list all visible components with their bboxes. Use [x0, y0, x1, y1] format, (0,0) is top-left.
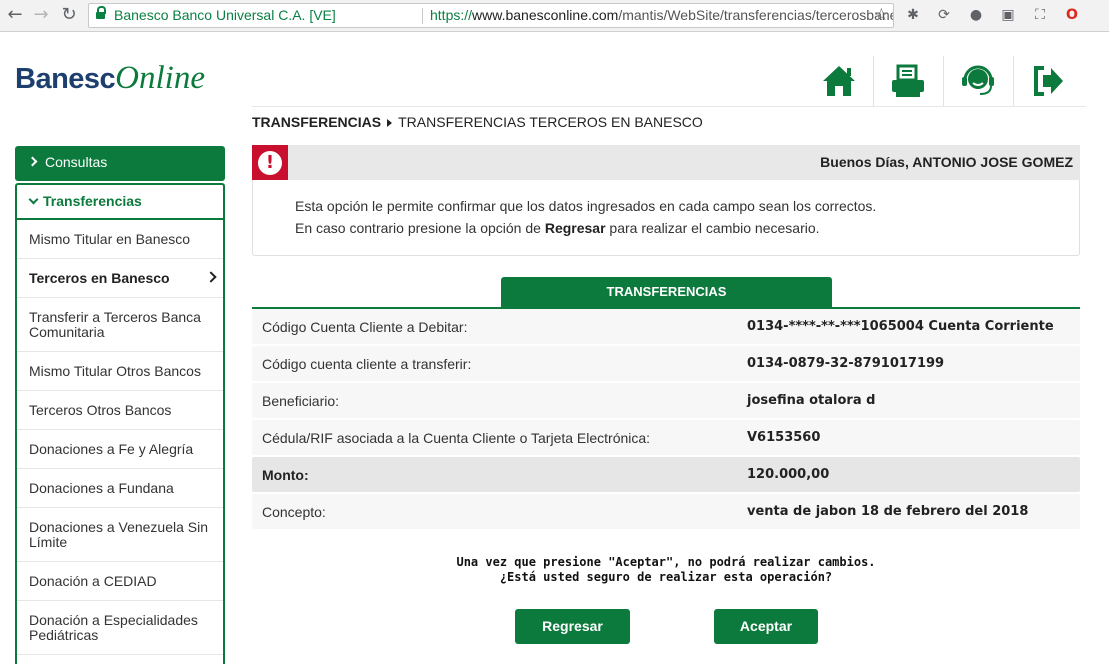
sidebar-item-consultas[interactable]: Consultas [15, 146, 225, 181]
sidebar-item-terceros-otros-bancos[interactable]: Terceros Otros Bancos [17, 391, 223, 430]
sidebar-item-donaciones-fundana[interactable]: Donaciones a Fundana [17, 469, 223, 508]
lock-icon [96, 6, 106, 21]
info-line-2: En caso contrario presione la opción de … [295, 220, 820, 236]
info-line-1: Esta opción le permite confirmar que los… [295, 198, 877, 214]
support-headset-icon[interactable] [947, 56, 1009, 106]
alert-icon: ! [252, 145, 288, 180]
row-label: Concepto: [262, 504, 326, 520]
row-label: Código cuenta cliente a transferir: [262, 356, 472, 372]
transferencias-tab-header: TRANSFERENCIAS [501, 277, 832, 307]
logout-icon[interactable] [1017, 56, 1079, 106]
table-row: Cédula/RIF asociada a la Cuenta Cliente … [252, 420, 1080, 455]
url-path: /mantis/WebSite/transferencias/tercerosb… [618, 7, 893, 23]
microphone-icon[interactable]: ● [967, 6, 985, 24]
warning-line-2: ¿Está usted seguro de realizar esta oper… [499, 570, 833, 584]
sidebar-item-donacion-cediad[interactable]: Donación a CEDIAD [17, 562, 223, 601]
chevron-right-icon [27, 156, 38, 167]
bookmark-star-icon[interactable]: ☆ [874, 4, 889, 27]
sidebar-item-mismo-titular-banesco[interactable]: Mismo Titular en Banesco [17, 220, 223, 259]
row-label: Beneficiario: [262, 393, 340, 409]
sidebar-item-donaciones-fe-alegria[interactable]: Donaciones a Fe y Alegría [17, 430, 223, 469]
table-row: Código cuenta cliente a transferir: 0134… [252, 346, 1080, 381]
address-bar[interactable]: Banesco Banco Universal C.A. [VE] https:… [88, 3, 894, 28]
screenshot-icon[interactable]: ⛶ [1031, 6, 1049, 24]
row-value: 0134-****-**-***1065004 Cuenta Corriente [747, 319, 1054, 334]
sidebar-item-terceros-banesco[interactable]: Terceros en Banesco [17, 259, 223, 298]
url-text[interactable]: https://www.banesconline.com/mantis/WebS… [430, 4, 893, 27]
accept-button[interactable]: Aceptar [714, 609, 818, 644]
back-arrow-icon[interactable]: ← [4, 4, 26, 26]
chevron-down-icon [28, 194, 39, 205]
sidebar-item-transferencias[interactable]: Transferencias [17, 185, 223, 220]
row-value: venta de jabon 18 de febrero del 2018 [747, 504, 1029, 519]
sidebar-item-donacion-especialidades-pediatricas[interactable]: Donación a Especialidades Pediátricas [17, 601, 223, 655]
sidebar-item-label: Transferencias [43, 193, 142, 209]
sidebar-item-donaciones-venezuela-sin-limite[interactable]: Donaciones a Venezuela Sin Límite [17, 508, 223, 562]
home-icon[interactable] [808, 56, 870, 106]
header-divider [252, 106, 1086, 107]
row-value: josefina otalora d [747, 393, 876, 408]
table-row-monto: Monto: 120.000,00 [252, 457, 1080, 492]
greeting-text: Buenos Días, ANTONIO JOSE GOMEZ [820, 154, 1073, 170]
sidebar-item-terceros-banca-comunitaria[interactable]: Transferir a Terceros Banca Comunitaria [17, 298, 223, 352]
url-separator [422, 8, 423, 24]
forward-arrow-icon[interactable]: → [30, 4, 52, 26]
header-divider [943, 56, 944, 106]
chevron-right-icon [205, 271, 217, 283]
breadcrumb: TRANSFERENCIAS TRANSFERENCIAS TERCEROS EN… [252, 114, 703, 130]
browser-toolbar: ← → ↻ Banesco Banco Universal C.A. [VE] … [0, 0, 1109, 32]
header-divider [873, 56, 874, 106]
header-divider [1013, 56, 1014, 106]
table-row: Concepto: venta de jabon 18 de febrero d… [252, 494, 1080, 529]
extension-sync-icon[interactable]: ⟳ [935, 6, 953, 24]
back-button[interactable]: Regresar [515, 609, 630, 644]
row-label: Monto: [262, 467, 309, 483]
breadcrumb-arrow-icon [387, 118, 393, 127]
sidebar-item-mismo-titular-otros-bancos[interactable]: Mismo Titular Otros Bancos [17, 352, 223, 391]
url-host: www.banesconline.com [472, 7, 619, 23]
print-icon[interactable] [877, 56, 939, 106]
row-value: 0134-0879-32-8791017199 [747, 356, 945, 371]
breadcrumb-section[interactable]: TRANSFERENCIAS [252, 114, 381, 130]
row-label: Código Cuenta Cliente a Debitar: [262, 319, 468, 335]
sidebar-item-label: Consultas [45, 154, 108, 170]
row-value: V6153560 [747, 430, 821, 445]
table-row: Código Cuenta Cliente a Debitar: 0134-**… [252, 309, 1080, 344]
camera-icon[interactable]: ▣ [999, 6, 1017, 24]
breadcrumb-page: TRANSFERENCIAS TERCEROS EN BANESCO [398, 114, 703, 130]
site-identity: Banesco Banco Universal C.A. [VE] [114, 7, 336, 23]
banesconline-logo[interactable]: BanescOnline [15, 58, 205, 99]
row-value: 120.000,00 [747, 467, 830, 482]
warning-line-1: Una vez que presione "Aceptar", no podrá… [456, 555, 876, 569]
sidebar-transferencias-panel: Transferencias Mismo Titular en Banesco … [15, 183, 225, 664]
table-row: Beneficiario: josefina otalora d [252, 383, 1080, 418]
reload-icon[interactable]: ↻ [58, 4, 80, 26]
url-scheme: https:// [430, 7, 473, 23]
opera-icon[interactable]: O [1063, 6, 1081, 24]
extension-puzzle-icon[interactable]: ✱ [904, 6, 922, 24]
row-label: Cédula/RIF asociada a la Cuenta Cliente … [262, 430, 651, 446]
info-message-box [252, 180, 1080, 256]
